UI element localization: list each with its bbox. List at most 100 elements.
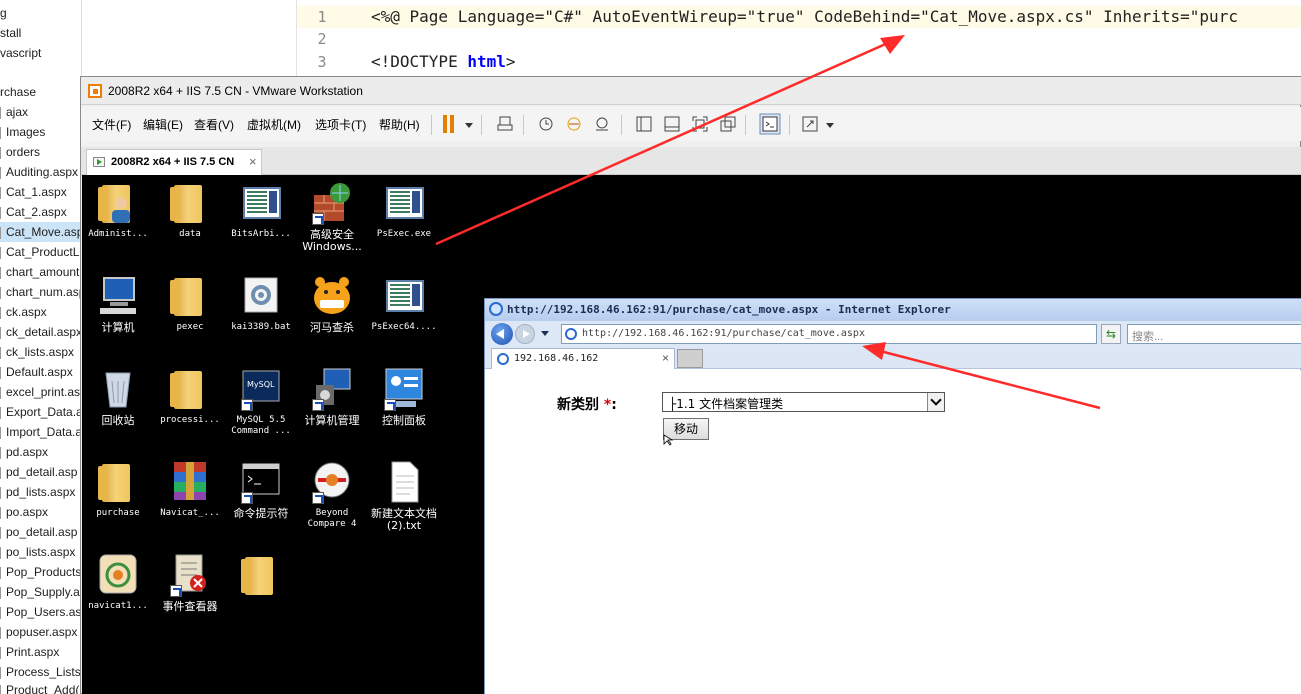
code-line-2[interactable]: 2: [297, 28, 1301, 50]
solution-file-item[interactable]: po.aspx: [0, 502, 48, 522]
solution-file-item[interactable]: Auditing.aspx: [0, 162, 78, 182]
ie-titlebar[interactable]: http://192.168.46.162:91/purchase/cat_mo…: [485, 299, 1301, 321]
close-icon[interactable]: ×: [662, 351, 669, 365]
send-keys-icon[interactable]: [497, 115, 515, 133]
file-label: po.aspx: [6, 505, 49, 519]
menu-tabs[interactable]: 选项卡(T): [315, 116, 366, 133]
menu-view[interactable]: 查看(V): [194, 116, 234, 133]
solution-file-item[interactable]: chart_amount: [0, 262, 79, 282]
desktop-icon[interactable]: kai3389.bat: [225, 270, 297, 360]
code-line-3[interactable]: 3 <!DOCTYPE html>: [297, 51, 1301, 73]
snapshot-icon[interactable]: [537, 115, 555, 133]
chevron-down-icon[interactable]: [826, 123, 834, 128]
menu-file[interactable]: 文件(F): [92, 116, 131, 133]
solution-file-item[interactable]: Export_Data.a: [0, 402, 81, 422]
solution-file-item[interactable]: Cat_2.aspx: [0, 202, 67, 222]
solution-file-item[interactable]: g: [0, 3, 7, 23]
desktop-icon[interactable]: 计算机: [82, 270, 154, 360]
shortcut-arrow-icon: [312, 492, 324, 504]
chevron-down-icon[interactable]: [541, 331, 549, 336]
solution-file-item[interactable]: ck.aspx: [0, 302, 47, 322]
solution-file-item[interactable]: Pop_Supply.a: [0, 582, 80, 602]
menu-vm[interactable]: 虚拟机(M): [247, 116, 301, 133]
vm-running-icon: [93, 157, 105, 167]
desktop-icon[interactable]: 命令提示符: [225, 456, 297, 546]
code-line-1[interactable]: 1 <%@ Page Language="C#" AutoEventWireup=…: [297, 6, 1301, 28]
solution-file-item[interactable]: chart_num.asp: [0, 282, 81, 302]
thumbnail-bar-icon[interactable]: [663, 115, 681, 133]
desktop-icon[interactable]: navicat1...: [82, 549, 154, 639]
solution-file-item[interactable]: ck_lists.aspx: [0, 342, 74, 362]
solution-file-item[interactable]: rchase: [0, 82, 36, 102]
pause-icon[interactable]: [443, 115, 455, 133]
solution-file-item[interactable]: Print.aspx: [0, 642, 59, 662]
solution-file-item[interactable]: pd_lists.aspx: [0, 482, 75, 502]
vmware-tab-bar: 2008R2 x64 + IIS 7.5 CN ×: [81, 147, 1301, 175]
desktop-icon[interactable]: BitsArbi...: [225, 177, 297, 267]
solution-file-item[interactable]: Pop_Users.as: [0, 602, 81, 622]
solution-file-item[interactable]: po_lists.aspx: [0, 542, 75, 562]
search-box[interactable]: 搜索...: [1127, 324, 1301, 344]
desktop-icon[interactable]: MySQL MySQL 5.5 Command ...: [225, 363, 297, 453]
solution-file-item[interactable]: Cat_Move.aspx: [0, 222, 81, 242]
solution-file-item[interactable]: pd.aspx: [0, 442, 48, 462]
close-icon[interactable]: ×: [249, 154, 257, 169]
menu-edit[interactable]: 编辑(E): [143, 116, 183, 133]
solution-file-item[interactable]: Process_Lists.: [0, 662, 81, 682]
code-editor[interactable]: 1 <%@ Page Language="C#" AutoEventWireup=…: [296, 0, 1301, 76]
refresh-button[interactable]: ⇆: [1101, 324, 1121, 344]
unity-icon[interactable]: [719, 115, 737, 133]
new-tab-button[interactable]: [677, 349, 703, 368]
chevron-down-icon[interactable]: [927, 393, 944, 411]
solution-file-item[interactable]: Product_Add(: [0, 680, 79, 694]
desktop-icon[interactable]: Administ...: [82, 177, 154, 267]
menu-help[interactable]: 帮助(H): [379, 116, 420, 133]
desktop-icon[interactable]: Navicat_...: [154, 456, 226, 546]
solution-file-item[interactable]: excel_print.as: [0, 382, 80, 402]
fullscreen-icon[interactable]: [691, 115, 709, 133]
desktop-icon[interactable]: data: [154, 177, 226, 267]
vm-tab[interactable]: 2008R2 x64 + IIS 7.5 CN ×: [86, 149, 262, 175]
solution-file-item[interactable]: popuser.aspx: [0, 622, 77, 642]
chevron-down-icon[interactable]: [465, 123, 473, 128]
address-bar[interactable]: http://192.168.46.162:91/purchase/cat_mo…: [561, 324, 1172, 344]
solution-file-item[interactable]: vascript: [0, 43, 41, 63]
desktop-icon[interactable]: 事件查看器: [154, 549, 226, 639]
desktop-icon[interactable]: purchase: [82, 456, 154, 546]
desktop-icon[interactable]: Beyond Compare 4: [296, 456, 368, 546]
desktop-icon[interactable]: 高级安全 Windows...: [296, 177, 368, 267]
forward-button[interactable]: [515, 324, 535, 344]
ie-tab[interactable]: 192.168.46.162 ×: [491, 348, 675, 369]
solution-file-item[interactable]: orders: [0, 142, 40, 162]
desktop-icon[interactable]: 河马查杀: [296, 270, 368, 360]
solution-file-item[interactable]: po_detail.asp: [0, 522, 77, 542]
back-button[interactable]: [491, 323, 513, 345]
category-select[interactable]: ├1.1 文件档案管理类: [662, 392, 945, 412]
file-label: pd.aspx: [6, 445, 49, 459]
solution-file-item[interactable]: Cat_1.aspx: [0, 182, 67, 202]
desktop-icon[interactable]: [225, 549, 297, 639]
solution-file-item[interactable]: Cat_ProductLi: [0, 242, 81, 262]
solution-file-item[interactable]: ajax: [0, 102, 28, 122]
desktop-icon[interactable]: PsExec64....: [368, 270, 440, 360]
solution-file-item[interactable]: Import_Data.a: [0, 422, 81, 442]
desktop-icon[interactable]: 控制面板: [368, 363, 440, 453]
desktop-icon[interactable]: 回收站: [82, 363, 154, 453]
desktop-icon[interactable]: pexec: [154, 270, 226, 360]
solution-file-item[interactable]: Images: [0, 122, 45, 142]
stretch-icon[interactable]: [801, 115, 819, 133]
console-view-icon[interactable]: [759, 113, 781, 135]
solution-file-item[interactable]: stall: [0, 23, 21, 43]
solution-file-item[interactable]: Default.aspx: [0, 362, 73, 382]
desktop-icon[interactable]: processi...: [154, 363, 226, 453]
sidebar-toggle-icon[interactable]: [635, 115, 653, 133]
solution-file-item[interactable]: Pop_Products: [0, 562, 81, 582]
desktop-icon[interactable]: 新建文本文档 (2).txt: [368, 456, 440, 546]
solution-file-item[interactable]: ck_detail.aspx: [0, 322, 81, 342]
desktop-icon[interactable]: PsExec.exe: [368, 177, 440, 267]
snapshot-manager-icon[interactable]: [593, 115, 611, 133]
vmware-titlebar[interactable]: 2008R2 x64 + IIS 7.5 CN - VMware Worksta…: [81, 77, 1301, 105]
revert-snapshot-icon[interactable]: [565, 115, 583, 133]
solution-file-item[interactable]: pd_detail.asp: [0, 462, 77, 482]
desktop-icon[interactable]: 计算机管理: [296, 363, 368, 453]
